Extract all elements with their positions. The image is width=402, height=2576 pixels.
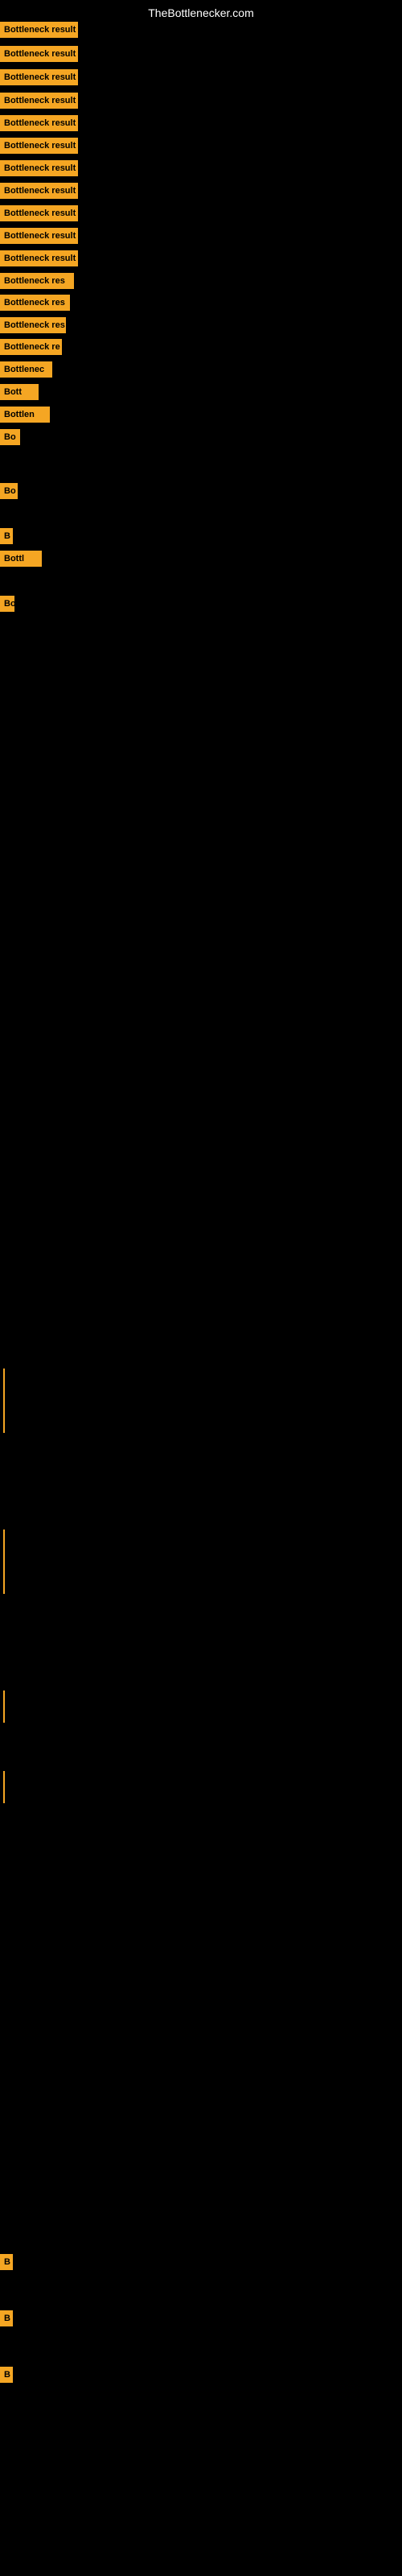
bottleneck-badge: Bottleneck re [0,339,62,355]
bottleneck-badge: Bottleneck result [0,22,78,38]
vertical-line [3,1368,5,1433]
bottleneck-badge: Bo [0,596,14,612]
bottleneck-badge: Bottlenec [0,361,52,378]
bottleneck-badge: Bottleneck result [0,93,78,109]
site-title: TheBottlenecker.com [0,6,402,19]
bottleneck-badge: Bottleneck result [0,138,78,154]
bottleneck-badge: Bottl [0,551,42,567]
bottleneck-badge: Bottleneck res [0,295,70,311]
bottleneck-badge: Bottleneck result [0,228,78,244]
bottleneck-badge: Bo [0,483,18,499]
bottleneck-badge-small: B [0,2310,13,2326]
bottleneck-badge: B [0,528,13,544]
bottleneck-badge: Bottleneck res [0,317,66,333]
bottleneck-badge: Bottlen [0,407,50,423]
bottleneck-badge-small: B [0,2254,13,2270]
bottleneck-badge: Bottleneck result [0,205,78,221]
bottleneck-badge: Bottleneck result [0,160,78,176]
vertical-line [3,1771,5,1803]
bottleneck-badge: Bo [0,429,20,445]
bottleneck-badge: Bottleneck result [0,250,78,266]
bottleneck-badge: Bottleneck result [0,46,78,62]
bottleneck-badge: Bott [0,384,39,400]
bottleneck-badge: Bottleneck result [0,115,78,131]
vertical-line [3,1530,5,1594]
bottleneck-badge-small: B [0,2367,13,2383]
bottleneck-badge: Bottleneck res [0,273,74,289]
vertical-line [3,1690,5,1723]
bottleneck-badge: Bottleneck result [0,183,78,199]
bottleneck-badge: Bottleneck result [0,69,78,85]
